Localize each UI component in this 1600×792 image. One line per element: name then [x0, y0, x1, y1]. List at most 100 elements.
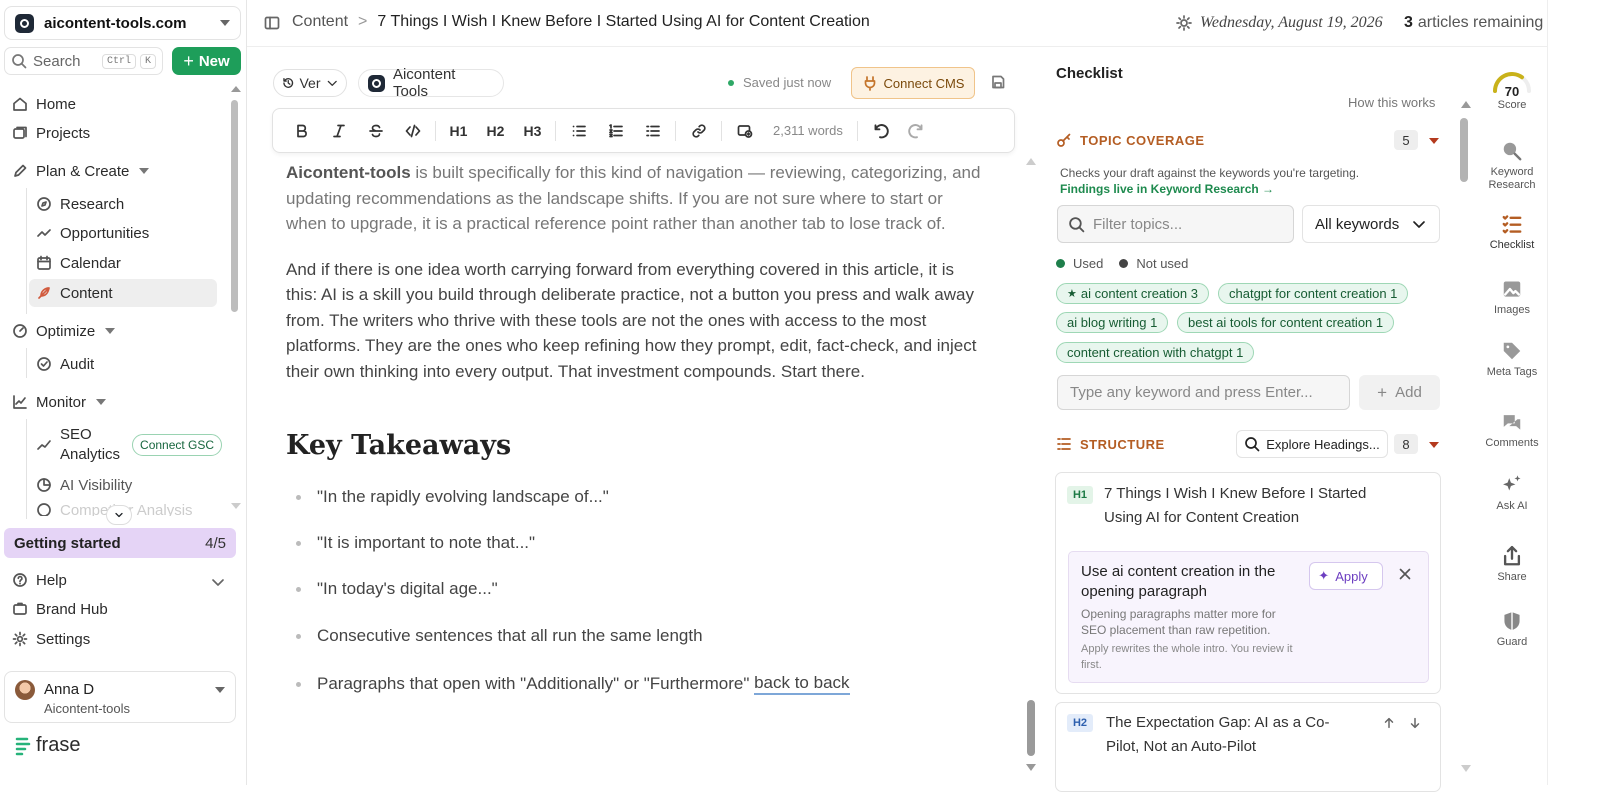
search-icon: [1069, 216, 1085, 232]
nav-opportunities[interactable]: Opportunities: [36, 221, 149, 245]
version-history-button[interactable]: Ver: [273, 69, 347, 97]
current-date: Wednesday, August 19, 2026: [1176, 14, 1383, 32]
nav-calendar[interactable]: Calendar: [36, 251, 121, 275]
help-icon: [13, 573, 27, 587]
heading-card-h1[interactable]: H1 7 Things I Wish I Knew Before I Start…: [1055, 472, 1441, 694]
rail-images[interactable]: Images: [1477, 278, 1547, 317]
strikethrough-button[interactable]: [357, 115, 394, 147]
not-used-dot-icon: [1119, 259, 1129, 268]
add-keyword-button[interactable]: + Add: [1359, 375, 1440, 410]
editor-body[interactable]: Aicontent-tools is built specifically fo…: [286, 160, 986, 384]
chevron-down-icon[interactable]: [210, 574, 226, 590]
connect-gsc-button[interactable]: Connect GSC: [132, 434, 223, 456]
articles-count: 3: [1404, 14, 1413, 31]
new-button[interactable]: + New: [172, 47, 241, 75]
bold-button[interactable]: [283, 115, 320, 147]
collapse-topic-icon[interactable]: [1429, 138, 1439, 144]
nav-projects[interactable]: Projects: [12, 121, 90, 145]
italic-button[interactable]: [320, 115, 357, 147]
list-item: "It is important to note that...": [296, 533, 535, 553]
panel-scrollbar[interactable]: [1460, 118, 1468, 182]
keyword-chip[interactable]: best ai tools for content creation 1: [1177, 312, 1395, 333]
scroll-down-icon[interactable]: [1461, 765, 1471, 772]
keyword-chip[interactable]: content creation with chatgpt 1: [1056, 342, 1255, 363]
topic-coverage-header[interactable]: TOPIC COVERAGE: [1056, 132, 1205, 148]
rail-share[interactable]: Share: [1477, 545, 1547, 584]
sidebar-scrollbar[interactable]: [231, 100, 238, 312]
workspace-switcher[interactable]: aicontent-tools.com: [4, 6, 241, 40]
connect-cms-button[interactable]: Connect CMS: [851, 67, 975, 99]
nav-optimize[interactable]: Optimize: [12, 319, 116, 343]
structure-header[interactable]: STRUCTURE: [1056, 436, 1165, 452]
rail-ask-ai[interactable]: Ask AI: [1477, 474, 1547, 513]
collapse-structure-icon[interactable]: [1429, 442, 1439, 448]
suggestion-title: Use ai content creation in the opening p…: [1081, 563, 1276, 600]
rail-keyword-research[interactable]: Keyword Research: [1477, 140, 1547, 192]
nav-help[interactable]: Help: [12, 568, 67, 592]
scroll-down-icon[interactable]: [1026, 764, 1036, 771]
rail-meta-tags[interactable]: Meta Tags: [1477, 340, 1547, 379]
nav-seo-analytics[interactable]: SEO Analytics Connect GSC: [36, 425, 223, 465]
brand-logo-icon: [368, 74, 385, 92]
keyword-chip[interactable]: ai blog writing 1: [1056, 312, 1169, 333]
move-down-icon[interactable]: [1408, 716, 1422, 730]
scroll-down-icon[interactable]: [231, 503, 241, 509]
redo-button[interactable]: [899, 115, 936, 147]
search-icon: [1245, 437, 1260, 452]
breadcrumb-root[interactable]: Content: [292, 13, 348, 31]
nav-home[interactable]: Home: [12, 92, 76, 116]
scroll-up-icon[interactable]: [231, 86, 241, 92]
articles-remaining: 3 articles remaining: [1404, 14, 1543, 32]
keyword-chip[interactable]: ★ ai content creation 3: [1056, 283, 1209, 304]
keywords-dropdown[interactable]: All keywords: [1302, 205, 1440, 243]
explore-headings-button[interactable]: Explore Headings...: [1236, 430, 1388, 458]
h1-button[interactable]: H1: [440, 115, 477, 147]
nav-brand-hub[interactable]: Brand Hub: [12, 597, 108, 621]
undo-button[interactable]: [862, 115, 899, 147]
nav-content[interactable]: Content: [36, 281, 113, 305]
keyword-research-link[interactable]: Findings live in Keyword Research →: [1060, 182, 1274, 196]
optimize-icon: [13, 324, 27, 338]
apply-label: Apply: [1335, 568, 1368, 584]
numbered-list-button[interactable]: [597, 115, 634, 147]
scroll-up-icon[interactable]: [1026, 158, 1036, 165]
h3-button[interactable]: H3: [514, 115, 551, 147]
rail-checklist[interactable]: Checklist: [1477, 213, 1547, 252]
chevron-down-icon: [115, 512, 123, 518]
scroll-up-icon[interactable]: [1461, 101, 1471, 108]
save-icon[interactable]: [990, 74, 1006, 90]
nav-seo-line2: Analytics: [60, 446, 121, 463]
bullet-list-button[interactable]: [560, 115, 597, 147]
nav-monitor[interactable]: Monitor: [12, 390, 107, 414]
h2-button[interactable]: H2: [477, 115, 514, 147]
keyword-input[interactable]: Type any keyword and press Enter...: [1057, 375, 1350, 410]
rail-guard[interactable]: Guard: [1477, 610, 1547, 649]
move-up-icon[interactable]: [1382, 716, 1396, 730]
link-button[interactable]: [680, 115, 717, 147]
rail-comments[interactable]: Comments: [1477, 411, 1547, 450]
keyword-chip[interactable]: chatgpt for content creation 1: [1218, 283, 1409, 304]
insert-media-button[interactable]: [726, 115, 763, 147]
nav-ai-visibility[interactable]: AI Visibility: [36, 473, 132, 497]
apply-button[interactable]: ✦ Apply: [1309, 562, 1383, 590]
editor-scrollbar[interactable]: [1027, 700, 1035, 756]
nav-research[interactable]: Research: [36, 192, 124, 216]
filter-topics-input[interactable]: Filter topics...: [1057, 205, 1294, 243]
indent-list-button[interactable]: [634, 115, 671, 147]
share-icon: [1503, 545, 1521, 566]
user-menu[interactable]: Anna D Aicontent-tools: [4, 671, 236, 723]
getting-started-progress: 4/5: [205, 534, 226, 552]
brand-selector[interactable]: Aicontent Tools: [358, 66, 504, 100]
nav-plan-create[interactable]: Plan & Create: [12, 159, 150, 183]
close-icon[interactable]: [1397, 566, 1413, 582]
sidebar-toggle-icon[interactable]: [264, 15, 280, 31]
nav-settings[interactable]: Settings: [12, 627, 90, 651]
getting-started-bar[interactable]: Getting started 4/5: [4, 528, 236, 558]
flagged-phrase-link[interactable]: back to back: [754, 673, 850, 695]
collapse-nav-button[interactable]: [106, 505, 132, 525]
nav-audit[interactable]: Audit: [36, 352, 94, 376]
code-button[interactable]: [394, 115, 431, 147]
heading-card-h2[interactable]: H2 The Expectation Gap: AI as a Co-Pilot…: [1055, 702, 1441, 792]
how-this-works-link[interactable]: How this works: [1348, 95, 1435, 110]
search-box[interactable]: Search Ctrl K: [4, 47, 163, 75]
